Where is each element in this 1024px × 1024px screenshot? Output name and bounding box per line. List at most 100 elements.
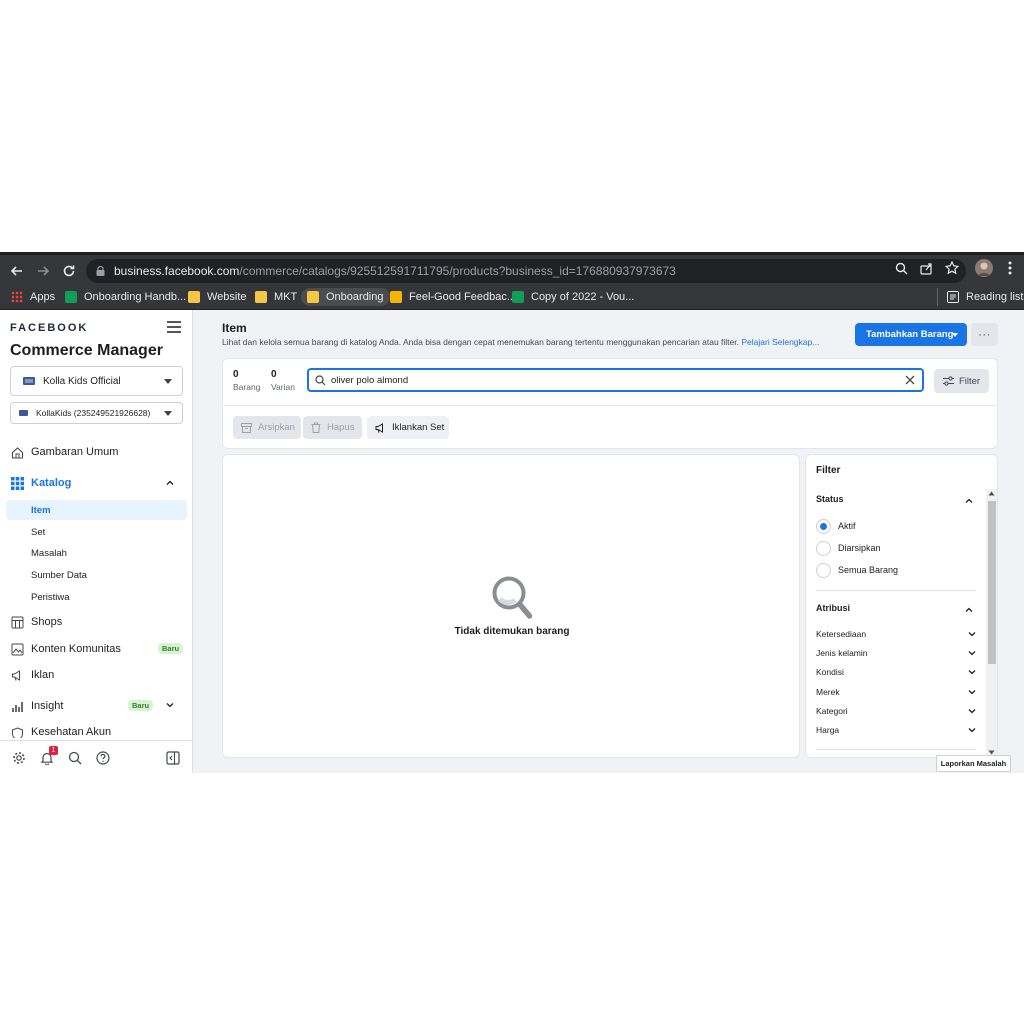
address-bar[interactable]: business.facebook.com/commerce/catalogs/… (86, 259, 966, 283)
clear-search-icon[interactable] (905, 375, 915, 385)
collapse-panel-button[interactable] (165, 750, 181, 766)
arrow-right-icon (38, 266, 50, 276)
search-input[interactable] (331, 373, 891, 388)
attribute-condition[interactable]: Kondisi (816, 667, 976, 681)
chevron-down-icon (968, 670, 976, 675)
radio-unselected (816, 540, 831, 556)
search-button[interactable] (67, 750, 83, 766)
filter-button[interactable]: Filter (934, 369, 989, 393)
attributes-section-header[interactable]: Atribusi (816, 603, 976, 613)
reading-list-label: Reading list (966, 291, 1024, 303)
delete-label: Hapus (327, 422, 355, 433)
attribute-price[interactable]: Harga (816, 725, 976, 739)
status-option-active[interactable]: Aktif (816, 518, 856, 534)
delete-button[interactable]: Hapus (303, 416, 362, 439)
chevron-down-icon (164, 411, 172, 416)
browser-menu-button[interactable] (1002, 260, 1018, 276)
divider (816, 590, 976, 591)
chevron-down-icon (968, 690, 976, 695)
status-option-label: Diarsipkan (838, 543, 881, 553)
add-item-label: Tambahkan Barang (866, 329, 954, 340)
sidebar-item-overview[interactable]: Gambaran Umum (10, 442, 188, 462)
chevron-down-icon (968, 728, 976, 733)
slides-icon (390, 291, 402, 303)
avatar-icon (978, 262, 990, 276)
business-name: Kolla Kids Official (43, 375, 121, 387)
status-option-label: Aktif (838, 521, 856, 531)
sidebar-item-community-content[interactable]: Konten Komunitas Baru (10, 639, 188, 659)
sidebar-subitem-issues[interactable]: Masalah (6, 543, 187, 563)
results-panel: Tidak ditemukan barang (222, 454, 800, 758)
chevron-down-icon (164, 379, 172, 384)
sidebar-footer: 1 (0, 740, 192, 773)
zoom-button[interactable] (893, 260, 909, 276)
archive-button[interactable]: Arsipkan (233, 416, 301, 439)
bookmark-onboarding-handbook[interactable]: Onboarding Handb... (65, 288, 186, 306)
help-button[interactable] (95, 750, 111, 766)
sidebar-subitem-item[interactable]: Item (6, 500, 187, 520)
chevron-up-icon (965, 498, 973, 503)
sidebar-item-shops[interactable]: Shops (10, 612, 188, 632)
sidebar-item-label: Gambaran Umum (31, 446, 119, 458)
more-options-button[interactable]: ··· (971, 323, 998, 346)
attribute-gender[interactable]: Jenis kelamin (816, 648, 976, 662)
share-button[interactable] (918, 260, 934, 276)
folder-icon (307, 291, 319, 303)
scroll-up-icon[interactable] (988, 491, 995, 496)
bookmark-copy-of-2022[interactable]: Copy of 2022 - Vou... (512, 288, 634, 306)
chevron-up-icon (965, 607, 973, 612)
sidebar-item-insight[interactable]: Insight Baru (10, 696, 188, 716)
attribute-label: Harga (816, 725, 840, 735)
scrollbar-thumb[interactable] (988, 501, 996, 664)
shield-icon (10, 726, 24, 738)
bookmark-apps[interactable]: Apps (11, 288, 55, 306)
lock-icon (96, 266, 105, 276)
item-count-label: Barang (233, 382, 261, 392)
profile-avatar[interactable] (975, 259, 993, 277)
sidebar-subitem-data-sources[interactable]: Sumber Data (6, 565, 187, 585)
status-section-header[interactable]: Status (816, 494, 976, 504)
filter-panel: Filter Status Aktif Diarsipkan Semua Bar… (805, 454, 998, 758)
sheets-icon (512, 291, 524, 303)
back-button[interactable] (6, 260, 28, 282)
attribute-category[interactable]: Kategori (816, 706, 976, 720)
attribute-availability[interactable]: Ketersediaan (816, 629, 976, 643)
sidebar-item-catalog[interactable]: Katalog (10, 473, 188, 493)
bookmark-mkt[interactable]: MKT (255, 288, 297, 306)
chevron-down-icon (968, 632, 976, 637)
sidebar-toggle-button[interactable] (167, 320, 181, 334)
bookmark-website[interactable]: Website (188, 288, 247, 306)
notifications-button[interactable]: 1 (39, 746, 58, 766)
search-field[interactable] (307, 368, 924, 392)
business-selector[interactable]: Kolla Kids Official (10, 366, 183, 396)
sidebar-subitem-set[interactable]: Set (6, 522, 187, 542)
advertise-set-button[interactable]: Iklankan Set (367, 416, 449, 439)
grid-icon (10, 476, 24, 490)
sidebar-item-ads[interactable]: Iklan (10, 665, 188, 685)
catalog-selector[interactable]: KollaKids (235249521926628) (10, 402, 183, 424)
status-option-archived[interactable]: Diarsipkan (816, 540, 881, 556)
bookmark-label: Apps (30, 291, 56, 303)
chevron-down-icon (968, 651, 976, 656)
status-option-all[interactable]: Semua Barang (816, 562, 898, 578)
report-problem-button[interactable]: Laporkan Masalah (936, 755, 1011, 772)
sidebar-subitem-events[interactable]: Peristiwa (6, 587, 187, 607)
kebab-menu-icon (1008, 261, 1012, 275)
page-description-text: Lihat dan kelola semua barang di katalog… (222, 337, 739, 347)
home-icon (10, 445, 24, 459)
attributes-section-title: Atribusi (816, 603, 851, 613)
filter-button-label: Filter (958, 375, 981, 387)
sidebar-item-account-health[interactable]: Kesehatan Akun (10, 726, 188, 738)
attribute-brand[interactable]: Merek (816, 687, 976, 701)
reload-button[interactable] (58, 260, 80, 282)
filter-scrollbar[interactable] (986, 489, 997, 757)
reading-list-button[interactable]: Reading list (947, 288, 1023, 306)
forward-button[interactable] (32, 260, 54, 282)
bookmark-star-button[interactable] (944, 260, 960, 276)
bookmark-onboarding[interactable]: Onboarding (301, 288, 390, 306)
add-item-button[interactable]: Tambahkan Barang (855, 323, 967, 346)
learn-more-link[interactable]: Pelajari Selengkap... (741, 337, 819, 347)
bookmark-feel-good-feedback[interactable]: Feel-Good Feedbac... (390, 288, 516, 306)
settings-button[interactable] (11, 750, 27, 766)
zoom-icon (895, 262, 907, 274)
